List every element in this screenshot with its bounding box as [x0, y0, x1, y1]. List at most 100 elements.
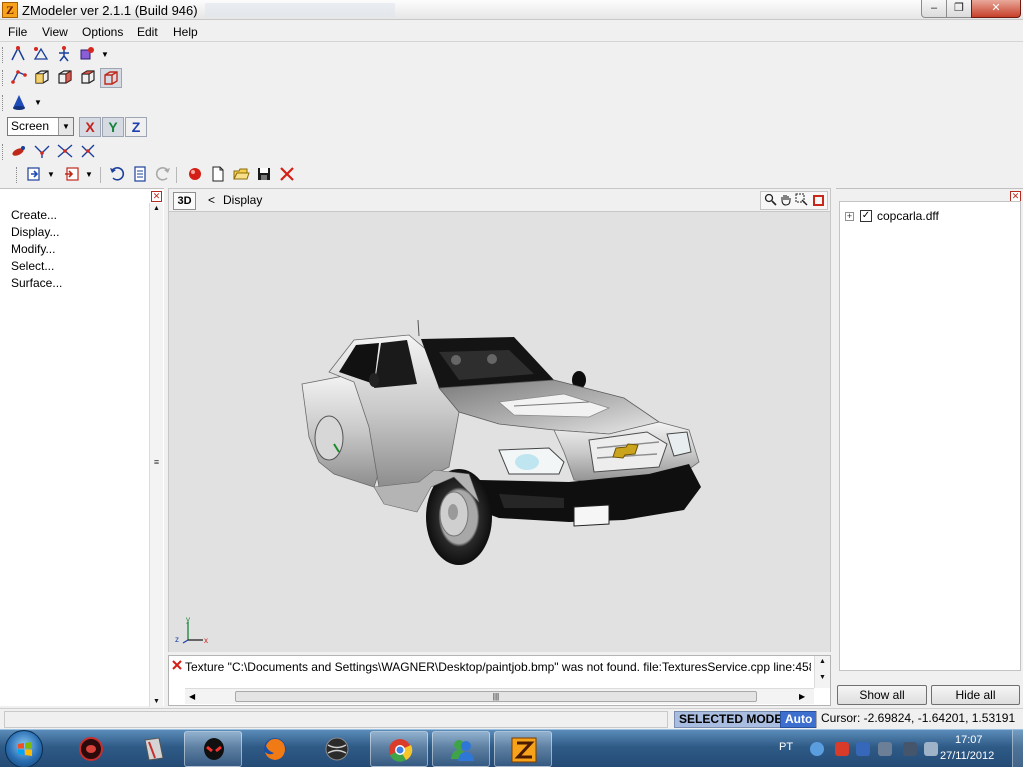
scroll-left-icon[interactable]: ◀ — [189, 692, 195, 701]
close-log-icon[interactable] — [172, 659, 182, 673]
command-display[interactable]: Display... — [11, 225, 59, 239]
vertex-mode-icon[interactable] — [8, 68, 30, 88]
show-desktop-button[interactable] — [1012, 730, 1023, 767]
menu-view[interactable]: View — [42, 25, 68, 39]
save-icon[interactable] — [253, 165, 275, 185]
volume-icon[interactable] — [924, 742, 938, 756]
import-icon[interactable] — [23, 165, 45, 185]
record-icon[interactable] — [184, 165, 206, 185]
toolbar-grip[interactable] — [2, 144, 5, 160]
export-dropdown-icon[interactable]: ▼ — [84, 165, 94, 185]
clock-date[interactable]: 27/11/2012 — [940, 750, 994, 762]
cone-dropdown-icon[interactable]: ▼ — [33, 93, 43, 113]
clock-time[interactable]: 17:07 — [955, 734, 983, 746]
language-indicator[interactable]: PT — [779, 741, 793, 753]
delete-icon[interactable] — [276, 165, 298, 185]
scroll-right-icon[interactable]: ▶ — [799, 692, 805, 701]
taskbar-app-1[interactable] — [62, 731, 120, 767]
auto-indicator[interactable]: Auto — [780, 711, 818, 728]
hide-all-button[interactable]: Hide all — [931, 685, 1020, 705]
paint-tool-icon[interactable] — [8, 142, 30, 162]
monitor-icon[interactable] — [903, 742, 917, 756]
scroll-thumb[interactable]: ||| — [235, 691, 757, 702]
pan-hand-icon[interactable] — [778, 193, 792, 208]
taskbar-app-ball[interactable] — [308, 731, 366, 767]
scroll-up-icon[interactable]: ▲ — [150, 205, 163, 212]
show-all-button[interactable]: Show all — [837, 685, 927, 705]
scroll-up-icon[interactable]: ▲ — [815, 658, 830, 665]
move-tool-icon[interactable] — [31, 142, 53, 162]
object-mode-icon[interactable] — [54, 68, 76, 88]
command-create[interactable]: Create... — [11, 208, 57, 222]
log-vertical-scrollbar[interactable]: ▲ ▼ — [814, 656, 830, 688]
create-face-icon[interactable] — [30, 45, 52, 65]
group-mode-icon[interactable] — [77, 68, 99, 88]
maximize-viewport-icon[interactable] — [813, 195, 824, 206]
taskbar-messenger[interactable] — [432, 731, 490, 767]
scroll-grip-icon[interactable]: ≡ — [152, 458, 161, 467]
command-panel-scrollbar[interactable]: ▲ ≡ ▼ — [149, 203, 163, 707]
scale-tool-icon[interactable] — [77, 142, 99, 162]
coord-mode-select[interactable]: Screen ▼ — [7, 117, 74, 136]
network-globe-icon[interactable] — [810, 742, 824, 756]
close-button[interactable]: ✕ — [971, 0, 1021, 18]
new-file-icon[interactable] — [207, 165, 229, 185]
taskbar-app-2[interactable] — [124, 731, 182, 767]
command-select[interactable]: Select... — [11, 259, 54, 273]
axis-x-button[interactable]: X — [79, 117, 101, 137]
create-object-icon[interactable] — [76, 45, 98, 65]
scroll-down-icon[interactable]: ▼ — [815, 674, 830, 681]
status-message-area — [4, 711, 668, 728]
maximize-button[interactable]: ❐ — [946, 0, 972, 18]
truck-model[interactable] — [169, 212, 831, 652]
axis-y-button[interactable]: Y — [102, 117, 124, 137]
undo-icon[interactable] — [106, 165, 128, 185]
export-icon[interactable] — [61, 165, 83, 185]
history-icon[interactable] — [129, 165, 151, 185]
taskbar-firefox[interactable] — [246, 731, 304, 767]
security-alert-icon[interactable] — [835, 742, 849, 756]
toolbar-grip[interactable] — [2, 70, 5, 86]
menu-file[interactable]: File — [8, 25, 27, 39]
command-modify[interactable]: Modify... — [11, 242, 55, 256]
create-dropdown-icon[interactable]: ▼ — [100, 45, 110, 65]
chevron-down-icon[interactable]: ▼ — [58, 118, 73, 135]
rotate-tool-icon[interactable] — [54, 142, 76, 162]
toolbar-grip[interactable] — [16, 167, 19, 183]
minimize-button[interactable]: – — [921, 0, 947, 18]
axis-z-button[interactable]: Z — [125, 117, 147, 137]
menu-options[interactable]: Options — [82, 25, 123, 39]
menu-help[interactable]: Help — [173, 25, 198, 39]
tree-item-copcarla[interactable]: copcarla.dff — [877, 209, 939, 223]
zoom-icon[interactable] — [763, 193, 777, 208]
cone-tool-icon[interactable] — [8, 93, 30, 113]
zoom-region-icon[interactable] — [794, 193, 808, 208]
redo-icon[interactable] — [152, 165, 174, 185]
title-bar[interactable]: Z ZModeler ver 2.1.1 (Build 946) – ❐ ✕ — [0, 0, 1023, 20]
visibility-checkbox[interactable]: ✓ — [860, 210, 872, 222]
toolbar-grip[interactable] — [2, 95, 5, 111]
bluetooth-icon[interactable] — [856, 742, 870, 756]
open-file-icon[interactable] — [230, 165, 252, 185]
create-bone-icon[interactable] — [53, 45, 75, 65]
display-icon[interactable] — [878, 742, 892, 756]
close-panel-icon[interactable]: ✕ — [151, 191, 162, 202]
taskbar-chrome[interactable] — [370, 731, 428, 767]
face-mode-icon[interactable] — [31, 68, 53, 88]
toolbar-grip[interactable] — [2, 47, 5, 63]
taskbar-app-alienware[interactable] — [184, 731, 242, 767]
view-mode-button[interactable]: 3D — [173, 192, 196, 210]
3d-viewport[interactable]: y z x — [168, 212, 831, 652]
expand-icon[interactable]: + — [845, 212, 854, 221]
log-horizontal-scrollbar[interactable]: ◀ ||| ▶ — [185, 688, 814, 704]
start-button[interactable] — [5, 730, 43, 767]
import-dropdown-icon[interactable]: ▼ — [46, 165, 56, 185]
ball-icon — [325, 737, 349, 761]
menu-edit[interactable]: Edit — [137, 25, 158, 39]
command-surface[interactable]: Surface... — [11, 276, 62, 290]
selection-mode-icon[interactable] — [100, 68, 122, 88]
nav-back-button[interactable]: < — [208, 193, 215, 207]
scroll-down-icon[interactable]: ▼ — [150, 698, 163, 705]
create-vertex-icon[interactable] — [7, 45, 29, 65]
taskbar-zmodeler[interactable] — [494, 731, 552, 767]
